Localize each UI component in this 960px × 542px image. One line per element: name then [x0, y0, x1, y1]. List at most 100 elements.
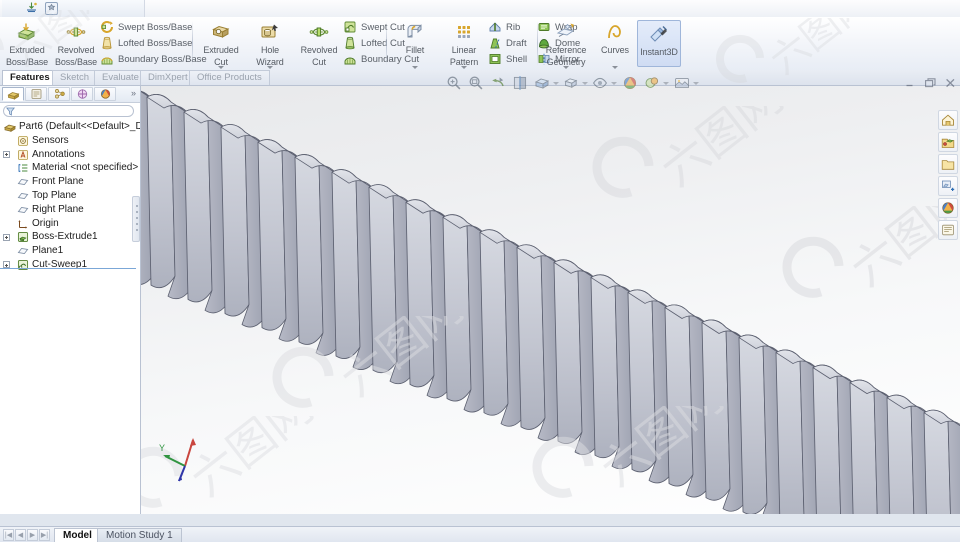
view-orientation-icon[interactable]: [534, 75, 550, 91]
design-library-icon[interactable]: [938, 132, 958, 152]
tree-item-cut-sweep1[interactable]: Cut-Sweep1: [0, 258, 140, 272]
file-explorer-icon[interactable]: [938, 154, 958, 174]
solidworks-resources-icon[interactable]: [938, 110, 958, 130]
bottom-tab-model[interactable]: Model: [54, 528, 101, 542]
tree-item-top-plane-label: Top Plane: [32, 189, 77, 201]
tree-item-part6-label: Part6 (Default<<Default>_Disp: [19, 121, 141, 132]
tree-item-sensors[interactable]: Sensors: [0, 134, 140, 148]
revolved-boss-base-label-2: Boss/Base: [54, 56, 98, 67]
boundary-cut-icon: [343, 52, 357, 66]
task-pane: [938, 110, 958, 242]
tree-item-part6[interactable]: Part6 (Default<<Default>_Disp: [0, 120, 140, 134]
rebuild-icon[interactable]: [24, 1, 39, 16]
draft-icon: [488, 36, 502, 50]
linear-pattern-button[interactable]: Linear Pattern: [439, 19, 489, 69]
extruded-boss-base-label-1: Extruded: [9, 45, 45, 55]
expand-annotations-icon[interactable]: [3, 150, 10, 158]
fillet-button[interactable]: Fillet: [390, 19, 440, 69]
display-style-icon[interactable]: [563, 75, 579, 91]
coordinate-triad: Y: [157, 426, 213, 482]
first-tab-button[interactable]: |◀: [3, 529, 14, 541]
ribbon-separator-1: [192, 21, 193, 66]
curves-icon: [603, 20, 627, 44]
model-worm-screw[interactable]: [141, 86, 960, 514]
plane-icon: [17, 176, 29, 188]
zoom-to-area-icon[interactable]: [468, 75, 484, 91]
tab-sketch[interactable]: Sketch: [52, 70, 98, 85]
hole-wizard-button[interactable]: Hole Wizard: [245, 19, 295, 69]
extruded-cut-button[interactable]: Extruded Cut: [196, 19, 246, 69]
view-settings-dropdown-icon[interactable]: [662, 80, 671, 87]
display-section-icon[interactable]: [674, 75, 690, 91]
section-view-icon[interactable]: [512, 75, 528, 91]
dimxpert-manager-tab[interactable]: [71, 87, 93, 101]
instant3d-icon: [647, 22, 671, 46]
revolved-cut-button[interactable]: Revolved Cut: [294, 19, 344, 68]
instant3d-button[interactable]: Instant3D: [637, 20, 681, 67]
tree-item-boss-extrude1-label: Boss-Extrude1: [32, 231, 98, 243]
display-manager-tab[interactable]: [94, 87, 116, 101]
last-tab-button[interactable]: ▶|: [39, 529, 50, 541]
ribbon: Extruded Boss/Base Revolved Boss/Base Sw…: [0, 17, 960, 71]
hide-show-items-dropdown-icon[interactable]: [610, 80, 619, 87]
prev-tab-button[interactable]: ◀: [15, 529, 26, 541]
tree-item-origin[interactable]: Origin: [0, 217, 140, 231]
previous-view-icon[interactable]: [490, 75, 506, 91]
hole-wizard-icon: [258, 20, 282, 44]
ribbon-group-reference: Reference Geometry Curves Instant3D: [539, 17, 681, 70]
dimxpert-icon: [77, 89, 87, 99]
quick-access-group: [2, 0, 145, 17]
tree-item-material[interactable]: Material <not specified>: [0, 161, 140, 175]
bottom-tab-bar: |◀ ◀ ▶ ▶| Model Motion Study 1: [0, 526, 960, 542]
reference-geometry-button[interactable]: Reference Geometry: [539, 19, 593, 69]
curves-button[interactable]: Curves: [594, 19, 636, 69]
view-orientation-dropdown-icon[interactable]: [552, 80, 561, 87]
view-palette-icon[interactable]: [938, 176, 958, 196]
tree-selection-underline: [0, 268, 136, 269]
tab-features[interactable]: Features: [2, 70, 58, 85]
appearances-scenes-icon[interactable]: [938, 198, 958, 218]
tree-item-plane1[interactable]: Plane1: [0, 244, 140, 258]
hide-show-items-icon[interactable]: [592, 75, 608, 91]
annotations-icon: [17, 149, 29, 161]
tree-item-annotations[interactable]: Annotations: [0, 148, 140, 162]
bottom-tab-motion-study[interactable]: Motion Study 1: [97, 528, 182, 542]
expand-boss-extrude1-icon[interactable]: [3, 233, 10, 241]
quick-access-toolbar: [0, 0, 960, 18]
display-section-dropdown-icon[interactable]: [692, 80, 701, 87]
tree-item-annotations-label: Annotations: [32, 148, 85, 160]
origin-icon: [17, 218, 29, 230]
tree-item-right-plane[interactable]: Right Plane: [0, 203, 140, 217]
options-icon[interactable]: [44, 1, 59, 16]
apply-scene-icon[interactable]: [622, 75, 638, 91]
design-tree-icon: [6, 92, 20, 100]
close-button[interactable]: [944, 77, 957, 89]
restore-button[interactable]: [924, 77, 937, 89]
tree-item-cut-sweep1-label: Cut-Sweep1: [32, 258, 88, 270]
tree-item-boss-extrude1[interactable]: Boss-Extrude1: [0, 230, 140, 244]
graphics-viewport[interactable]: 六图网 六图网 六图网 六图网 六图网 Y: [141, 86, 960, 514]
next-tab-button[interactable]: ▶: [27, 529, 38, 541]
revolved-cut-label-2: Cut: [312, 56, 326, 67]
zoom-to-fit-icon[interactable]: [446, 75, 462, 91]
configuration-manager-tab[interactable]: [48, 87, 70, 101]
tree-item-sensors-label: Sensors: [32, 134, 69, 146]
tree-item-top-plane[interactable]: Top Plane: [0, 189, 140, 203]
property-manager-tab[interactable]: [25, 87, 47, 101]
revolved-boss-base-button[interactable]: Revolved Boss/Base: [51, 19, 101, 68]
view-settings-icon[interactable]: [644, 75, 660, 91]
hole-wizard-label-1: Hole: [260, 45, 280, 55]
tree-filter-input[interactable]: [3, 105, 134, 117]
extruded-cut-label-1: Extruded: [203, 45, 239, 55]
extruded-boss-base-button[interactable]: Extruded Boss/Base: [2, 19, 52, 68]
linear-pattern-label-1: Linear: [451, 45, 477, 55]
minimize-button[interactable]: [904, 77, 917, 89]
tree-item-front-plane[interactable]: Front Plane: [0, 175, 140, 189]
feature-manager-panel: » Part6 (Default<<Default>_Disp: [0, 86, 141, 514]
display-style-dropdown-icon[interactable]: [581, 80, 590, 87]
panel-splitter-handle[interactable]: [132, 196, 140, 242]
custom-properties-icon[interactable]: [938, 220, 958, 240]
feature-manager-overflow-icon[interactable]: »: [131, 89, 136, 98]
swept-cut-icon: [343, 20, 357, 34]
featuremanager-design-tree-tab[interactable]: [2, 87, 24, 101]
